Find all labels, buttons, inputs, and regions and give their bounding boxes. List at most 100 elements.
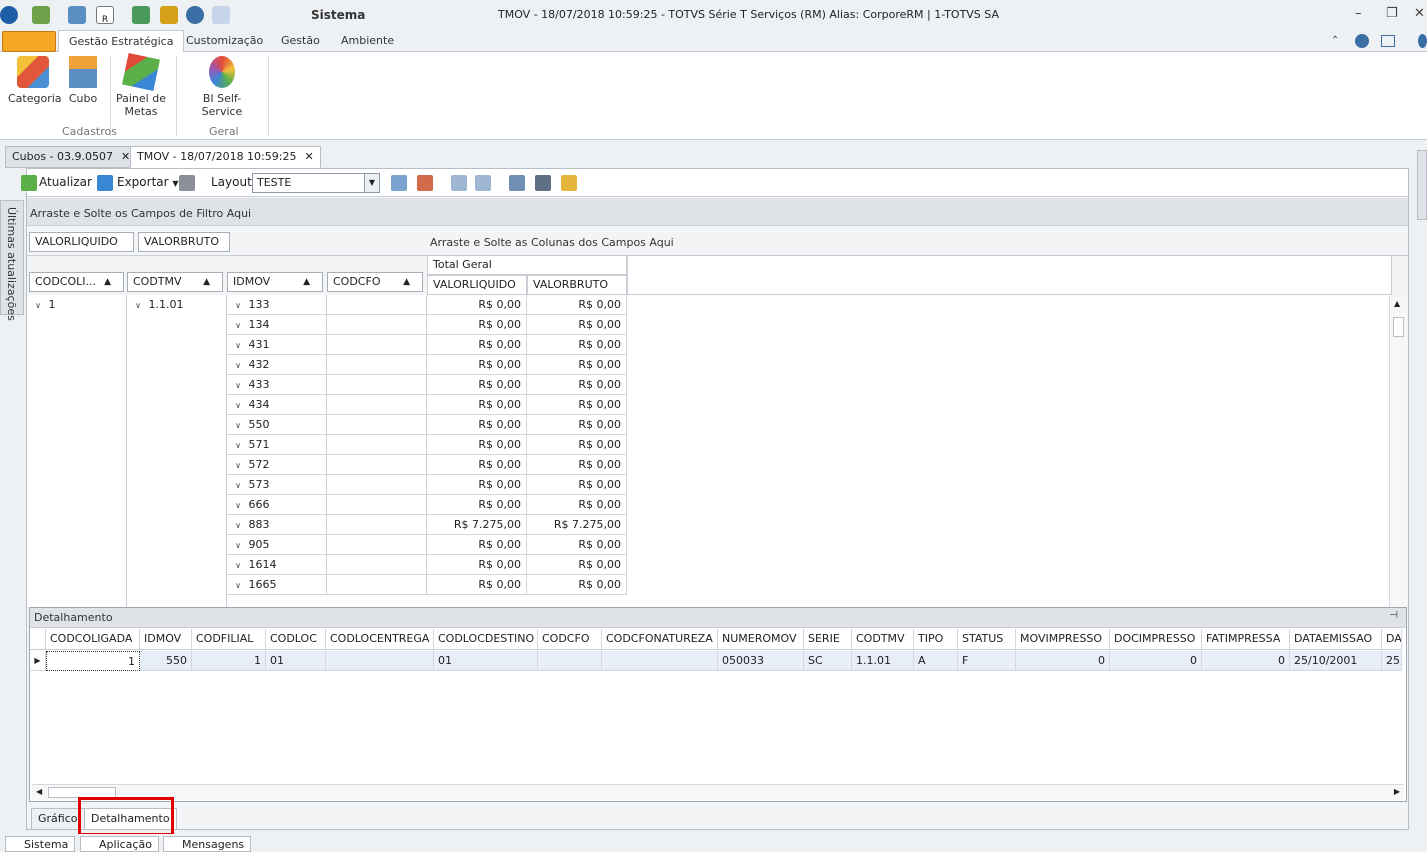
valorliquido-cell[interactable]: R$ 0,00 (427, 475, 527, 495)
detail-column-header[interactable]: DOCIMPRESSO (1110, 629, 1202, 650)
tab-ambiente[interactable]: Ambiente (331, 30, 404, 52)
collapse-icon[interactable]: ∨ (231, 396, 245, 415)
idmov-cell[interactable]: ∨ 433 (227, 375, 327, 395)
valorliquido-cell[interactable]: R$ 0,00 (427, 535, 527, 555)
scroll-thumb[interactable] (1393, 317, 1404, 337)
scroll-right-icon[interactable]: ▶ (1394, 787, 1400, 796)
detail-column-header[interactable]: TIPO (914, 629, 958, 650)
system-menu-icon[interactable] (0, 6, 18, 24)
detail-cell[interactable] (538, 651, 602, 671)
exportar-button[interactable]: Exportar ▼ (117, 175, 179, 189)
row-field-codcfo[interactable]: CODCFO ▲ (327, 272, 423, 292)
collapse-icon[interactable]: ∨ (131, 296, 145, 315)
valorbruto-cell[interactable]: R$ 0,00 (527, 415, 627, 435)
tab-customizacao[interactable]: Customização (176, 30, 273, 52)
valorliquido-cell[interactable]: R$ 0,00 (427, 495, 527, 515)
detail-cell[interactable]: F (958, 651, 1016, 671)
scroll-left-icon[interactable]: ◀ (36, 787, 42, 796)
collapse-icon[interactable]: ∨ (231, 516, 245, 535)
idmov-cell[interactable]: ∨ 571 (227, 435, 327, 455)
codcfo-cell[interactable] (327, 435, 427, 455)
detail-cell[interactable]: SC (804, 651, 852, 671)
grid-icon[interactable] (451, 175, 467, 191)
idmov-cell[interactable]: ∨ 666 (227, 495, 327, 515)
detail-cell[interactable] (602, 651, 718, 671)
valorbruto-cell[interactable]: R$ 0,00 (527, 455, 627, 475)
codcfo-cell[interactable] (327, 455, 427, 475)
detail-cell[interactable]: 1.1.01 (852, 651, 914, 671)
detail-column-header[interactable]: CODLOCENTREGA (326, 629, 434, 650)
idmov-cell[interactable]: ∨ 550 (227, 415, 327, 435)
tab-gestao-estrategica[interactable]: Gestão Estratégica (58, 30, 185, 53)
valorbruto-cell[interactable]: R$ 7.275,00 (527, 515, 627, 535)
column-drop-zone[interactable]: Arraste e Solte as Colunas dos Campos Aq… (430, 236, 674, 249)
filter-drop-zone[interactable]: Arraste e Solte os Campos de Filtro Aqui (27, 198, 1408, 226)
valorbruto-cell[interactable]: R$ 0,00 (527, 335, 627, 355)
restore-icon[interactable]: ❐ (1386, 6, 1398, 21)
idmov-cell[interactable]: ∨ 133 (227, 295, 327, 315)
collapse-icon[interactable]: ∨ (231, 336, 245, 355)
collapse-icon[interactable]: ∨ (31, 296, 45, 315)
detail-column-header[interactable]: CODCOLIGADA (46, 629, 140, 650)
pin-icon[interactable]: ⊣ (1389, 610, 1398, 621)
valorbruto-cell[interactable]: R$ 0,00 (527, 395, 627, 415)
quick-access-globe-icon[interactable] (186, 6, 204, 24)
atualizar-button[interactable]: Atualizar (39, 175, 92, 189)
detail-cell[interactable]: 01 (266, 651, 326, 671)
codcfo-cell[interactable] (327, 395, 427, 415)
quick-access-copy-icon[interactable] (212, 6, 230, 24)
cubo-button[interactable]: Cubo (63, 56, 103, 105)
detail-column-header[interactable]: CODCFO (538, 629, 602, 650)
data-field-valorbruto[interactable]: VALORBRUTO (138, 232, 230, 252)
idmov-cell[interactable]: ∨ 572 (227, 455, 327, 475)
codcfo-cell[interactable] (327, 415, 427, 435)
detail-column-header[interactable]: DA (1382, 629, 1402, 650)
doc-tab-cubos[interactable]: Cubos - 03.9.0507 ✕ (5, 146, 138, 168)
detail-column-header[interactable]: MOVIMPRESSO (1016, 629, 1110, 650)
valorliquido-cell[interactable]: R$ 0,00 (427, 455, 527, 475)
valorliquido-cell[interactable]: R$ 0,00 (427, 375, 527, 395)
layout-options-icon[interactable] (1381, 35, 1395, 47)
sort-icon[interactable] (535, 175, 551, 191)
info-icon[interactable] (1418, 34, 1427, 48)
chevron-down-icon[interactable]: ▼ (364, 174, 379, 192)
detail-cell[interactable] (326, 651, 434, 671)
valorliquido-cell[interactable]: R$ 0,00 (427, 295, 527, 315)
ultimas-atualizacoes-panel[interactable]: Últimas atualizações (0, 200, 24, 321)
detail-cell[interactable]: 1 (192, 651, 266, 671)
detail-cell[interactable]: 25/10/2001 (1290, 651, 1382, 671)
collapse-icon[interactable]: ∨ (231, 456, 245, 475)
bi-self-service-button[interactable]: BI Self-Service (184, 56, 260, 118)
detail-column-header[interactable]: SERIE (804, 629, 852, 650)
chart-icon[interactable] (561, 175, 577, 191)
valorbruto-cell[interactable]: R$ 0,00 (527, 495, 627, 515)
detail-column-header[interactable]: NUMEROMOV (718, 629, 804, 650)
valorbruto-cell[interactable]: R$ 0,00 (527, 475, 627, 495)
close-tab-icon[interactable]: ✕ (304, 150, 313, 163)
codcfo-cell[interactable] (327, 475, 427, 495)
detail-cell[interactable]: 0 (1202, 651, 1290, 671)
collapse-icon[interactable]: ∨ (231, 556, 245, 575)
valorbruto-cell[interactable]: R$ 0,00 (527, 315, 627, 335)
valorliquido-cell[interactable]: R$ 0,00 (427, 355, 527, 375)
codcfo-cell[interactable] (327, 555, 427, 575)
valorliquido-cell[interactable]: R$ 0,00 (427, 315, 527, 335)
valorliquido-cell[interactable]: R$ 0,00 (427, 335, 527, 355)
detail-cell[interactable]: 1 (46, 651, 140, 671)
codcoligada-cell[interactable]: ∨ 1 (31, 295, 55, 315)
quick-access-report-icon[interactable]: R (96, 6, 114, 25)
valorbruto-cell[interactable]: R$ 0,00 (527, 355, 627, 375)
codcfo-cell[interactable] (327, 315, 427, 335)
collapse-icon[interactable]: ∨ (231, 476, 245, 495)
valorliquido-cell[interactable]: R$ 0,00 (427, 395, 527, 415)
detail-cell[interactable]: 01 (434, 651, 538, 671)
valorbruto-cell[interactable]: R$ 0,00 (527, 375, 627, 395)
codcfo-cell[interactable] (327, 375, 427, 395)
codcfo-cell[interactable] (327, 295, 427, 315)
row-field-codtmv[interactable]: CODTMV ▲ (127, 272, 223, 292)
right-dock-tab[interactable] (1417, 150, 1427, 220)
detail-column-header[interactable]: IDMOV (140, 629, 192, 650)
idmov-cell[interactable]: ∨ 134 (227, 315, 327, 335)
horizontal-scrollbar[interactable]: ◀ ▶ (32, 784, 1404, 800)
detail-cell[interactable]: 0 (1016, 651, 1110, 671)
